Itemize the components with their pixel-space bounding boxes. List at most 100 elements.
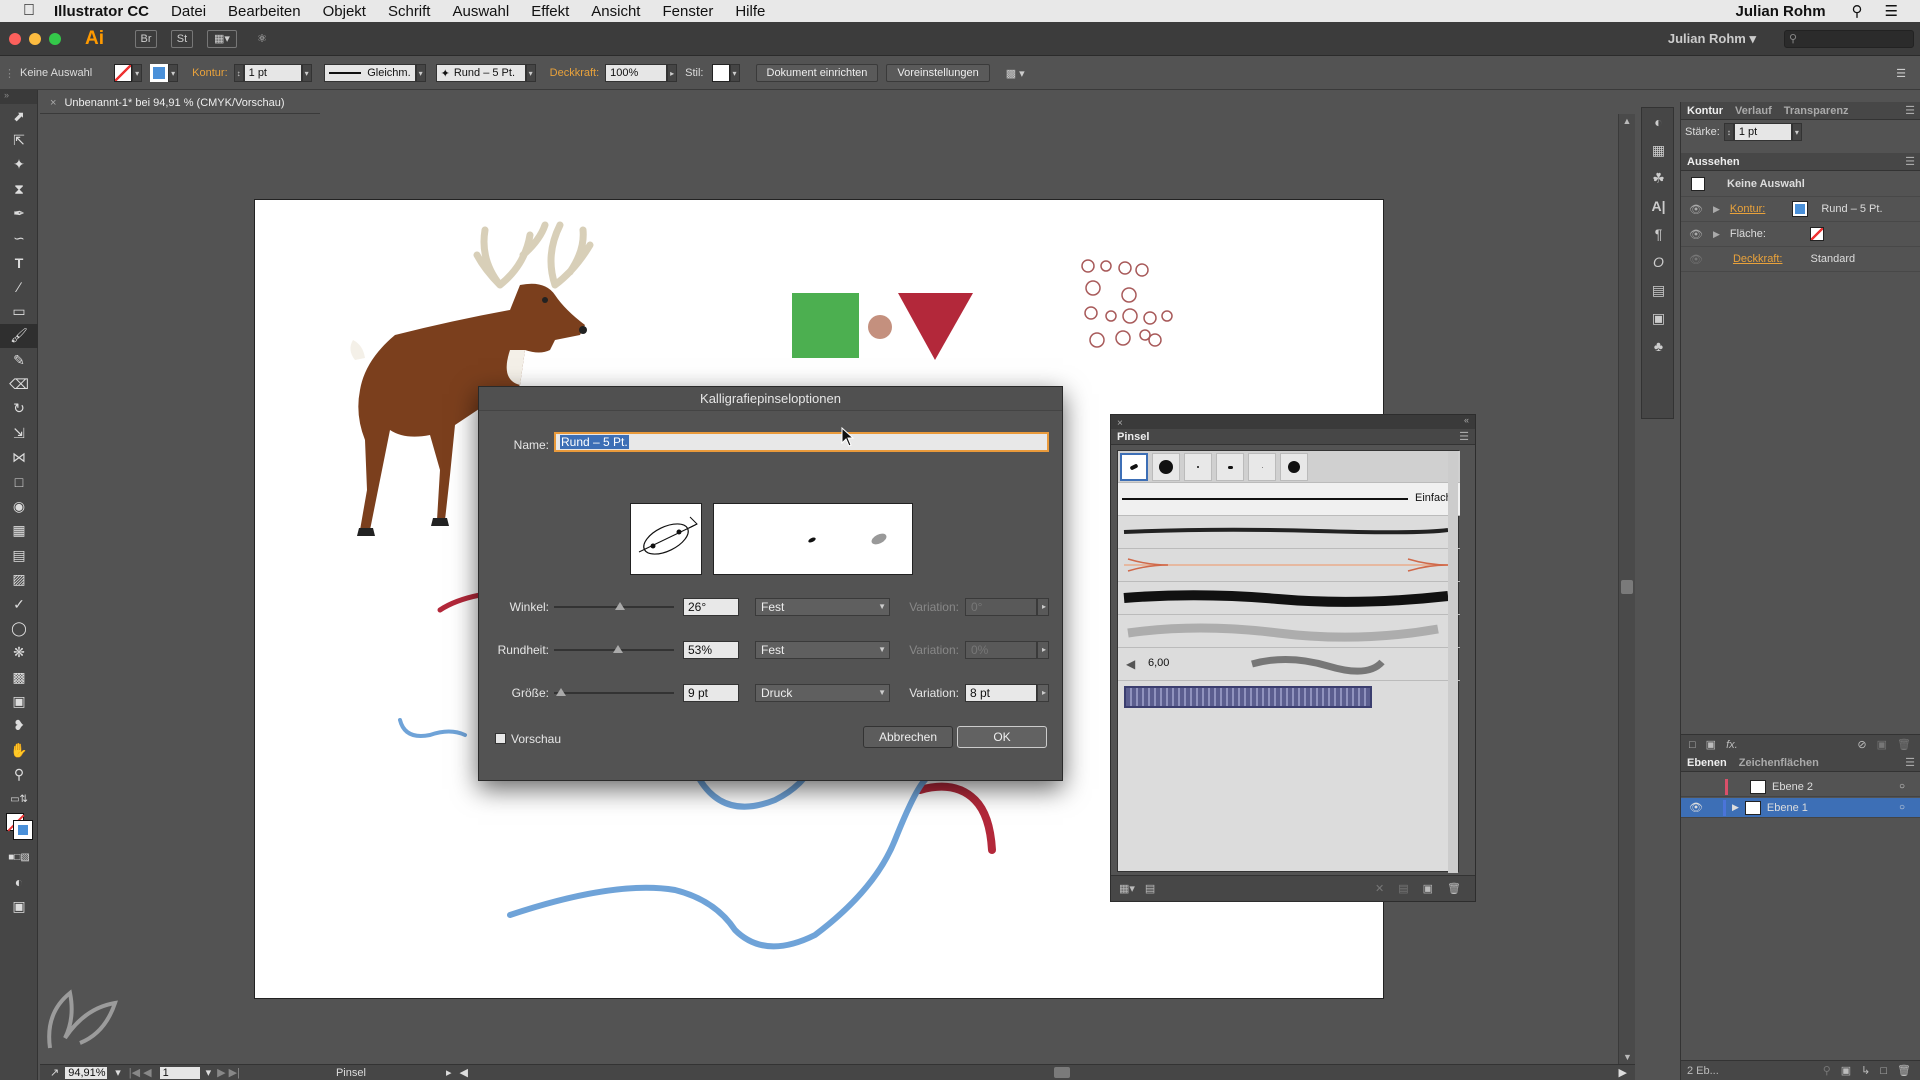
appearance-fill-swatch[interactable] (1809, 227, 1824, 241)
delete-layer-icon[interactable]: 🗑 (1897, 1064, 1911, 1077)
appearance-deckkraft-link[interactable]: Deckkraft: (1733, 253, 1783, 265)
hand-tool-icon[interactable]: ✋ (0, 738, 38, 762)
rotate-tool-icon[interactable]: ↻ (0, 397, 38, 421)
brush-row-ink[interactable] (1118, 582, 1460, 615)
brush-libraries-menu-icon[interactable]: ▦▾ (1119, 882, 1135, 895)
brush-row-arrow[interactable] (1118, 549, 1460, 582)
appearance-stroke-swatch[interactable] (1792, 201, 1809, 217)
red-triangle-shape[interactable] (898, 293, 973, 360)
layer-target-icon[interactable]: ○ (1899, 781, 1905, 792)
expand-triangle-icon[interactable]: ▶ (1713, 229, 1720, 240)
new-layer-icon[interactable]: □ (1880, 1065, 1887, 1077)
red-brush-stroke-1[interactable] (437, 592, 483, 613)
shape-builder-tool-icon[interactable]: ◉ (0, 494, 38, 518)
delete-brush-icon[interactable]: 🗑 (1447, 882, 1461, 895)
magic-wand-tool-icon[interactable]: ✦ (0, 153, 38, 177)
layer-name[interactable]: Ebene 1 (1767, 802, 1808, 814)
horizontal-scroll-thumb[interactable] (1054, 1067, 1070, 1078)
symbols-panel-icon[interactable]: ♣ (1642, 332, 1675, 360)
blend-tool-icon[interactable]: ◯ (0, 616, 38, 640)
menu-ansicht[interactable]: Ansicht (591, 3, 640, 20)
angle-mode-select[interactable]: Fest ▼ (755, 598, 890, 616)
screen-mode-icon[interactable]: ▣ (0, 894, 38, 918)
add-fill-icon[interactable]: ▣ (1706, 738, 1716, 751)
brush-thumb-2[interactable] (1152, 453, 1180, 481)
visibility-eye-icon[interactable]: 👁 (1689, 801, 1703, 814)
gpu-preview-icon[interactable]: ⚛ (251, 30, 273, 48)
roundness-mode-select[interactable]: Fest ▼ (755, 641, 890, 659)
tab-aussehen[interactable]: Aussehen (1681, 156, 1746, 168)
blue-brush-stroke-3[interactable] (507, 777, 928, 950)
lasso-tool-icon[interactable]: ⧗ (0, 177, 38, 201)
brushes-panel-tab[interactable]: Pinsel ☰ (1111, 429, 1475, 445)
bridge-button[interactable]: Br (135, 29, 157, 48)
stroke-panel-weight-field[interactable]: 1 pt (1733, 123, 1792, 141)
cancel-button[interactable]: Abbrechen (863, 726, 953, 748)
brush-definition-field[interactable]: ✦ Rund – 5 Pt. (435, 64, 526, 82)
stroke-weight-dropdown[interactable]: ▾ (301, 64, 312, 82)
status-menu-icon[interactable]: ▸ (446, 1066, 452, 1079)
share-icon[interactable]: ↗ (50, 1066, 59, 1079)
brush-definition-dropdown[interactable]: ▾ (525, 64, 536, 82)
brush-row-bristle[interactable] (1118, 615, 1460, 648)
duplicate-item-icon[interactable]: ▣ (1877, 738, 1887, 751)
tab-zeichenflaechen[interactable]: Zeichenflächen (1733, 757, 1825, 769)
menu-auswahl[interactable]: Auswahl (452, 3, 509, 20)
add-effect-icon[interactable]: fx. (1726, 739, 1738, 751)
stroke-profile-dropdown[interactable]: ▾ (415, 64, 426, 82)
stroke-dropdown[interactable]: ▾ (168, 64, 179, 82)
free-transform-tool-icon[interactable]: □ (0, 470, 38, 494)
slice-tool-icon[interactable]: ❥ (0, 714, 38, 738)
notification-list-icon[interactable]: ☰ (1885, 2, 1898, 20)
appearance-stroke-value[interactable]: Rund – 5 Pt. (1821, 203, 1882, 215)
zoom-tool-icon[interactable]: ⚲ (0, 763, 38, 787)
control-panel-menu-icon[interactable]: ☰ (1896, 67, 1906, 80)
vertical-scrollbar[interactable]: ▲ ▼ (1618, 114, 1635, 1064)
brush-thumb-3[interactable] (1184, 453, 1212, 481)
new-brush-icon[interactable]: ▣ (1423, 882, 1433, 895)
stroke-weight-stepper[interactable]: ↕ (233, 64, 244, 82)
scroll-down-icon[interactable]: ▼ (1619, 1052, 1636, 1062)
new-sublayer-icon[interactable]: ↳ (1861, 1064, 1870, 1077)
curvature-tool-icon[interactable]: ∽ (0, 226, 38, 250)
close-panel-icon[interactable]: × (1117, 418, 1123, 429)
brush-library-panel-icon[interactable]: ▤ (1145, 882, 1155, 895)
blob-brush-tool-icon[interactable]: ✎ (0, 348, 38, 372)
brush-list-scrollbar[interactable] (1448, 451, 1458, 873)
delete-item-icon[interactable]: 🗑 (1897, 738, 1911, 751)
zoom-dropdown[interactable]: ▾ (115, 1066, 121, 1079)
document-setup-button[interactable]: Dokument einrichten (755, 64, 879, 82)
close-document-icon[interactable]: × (50, 97, 56, 109)
menu-app-name[interactable]: Illustrator CC (54, 3, 149, 20)
tab-transparenz[interactable]: Transparenz (1778, 105, 1855, 117)
size-variation-arrow[interactable]: ▸ (1037, 684, 1049, 702)
swap-fill-stroke-icon[interactable]: ▭⇅ (0, 787, 38, 811)
perspective-grid-tool-icon[interactable]: ▦ (0, 519, 38, 543)
gradient-tool-icon[interactable]: ▨ (0, 567, 38, 591)
brush-row-basic[interactable]: Einfach (1118, 483, 1460, 516)
brush-thumb-5[interactable] (1248, 453, 1276, 481)
brushes-panel-icon[interactable]: ☘ (1642, 164, 1675, 192)
stock-button[interactable]: St (171, 29, 193, 48)
roundness-input[interactable]: 53% (683, 641, 739, 659)
layers-panel-menu-icon[interactable]: ☰ (1905, 756, 1915, 769)
collapse-panel-icon[interactable]: « (1464, 415, 1469, 425)
menu-fenster[interactable]: Fenster (662, 3, 713, 20)
workspace-switcher[interactable]: Julian Rohm ▾ (1668, 31, 1756, 47)
ok-button[interactable]: OK (957, 726, 1047, 748)
preferences-button[interactable]: Voreinstellungen (886, 64, 990, 82)
stroke-profile-field[interactable]: Gleichm. (323, 64, 416, 82)
brushes-panel-menu-icon[interactable]: ☰ (1459, 429, 1469, 445)
circle-pattern-artwork[interactable] (1081, 259, 1173, 348)
appearance-stroke-row[interactable]: 👁 ▶ Kontur: Rund – 5 Pt. (1681, 197, 1920, 222)
stroke-panel-menu-icon[interactable]: ☰ (1905, 104, 1915, 117)
locate-object-icon[interactable]: ⚲ (1823, 1064, 1831, 1077)
swatches-panel-icon[interactable]: ▦ (1642, 136, 1675, 164)
menu-hilfe[interactable]: Hilfe (735, 3, 765, 20)
brush-thumb-4[interactable] (1216, 453, 1244, 481)
minimize-window-button[interactable] (29, 32, 41, 45)
brush-shape-editor[interactable] (630, 503, 702, 575)
size-variation-input[interactable]: 8 pt (965, 684, 1037, 702)
close-window-button[interactable] (9, 32, 21, 45)
apple-icon[interactable]:  (18, 2, 40, 20)
